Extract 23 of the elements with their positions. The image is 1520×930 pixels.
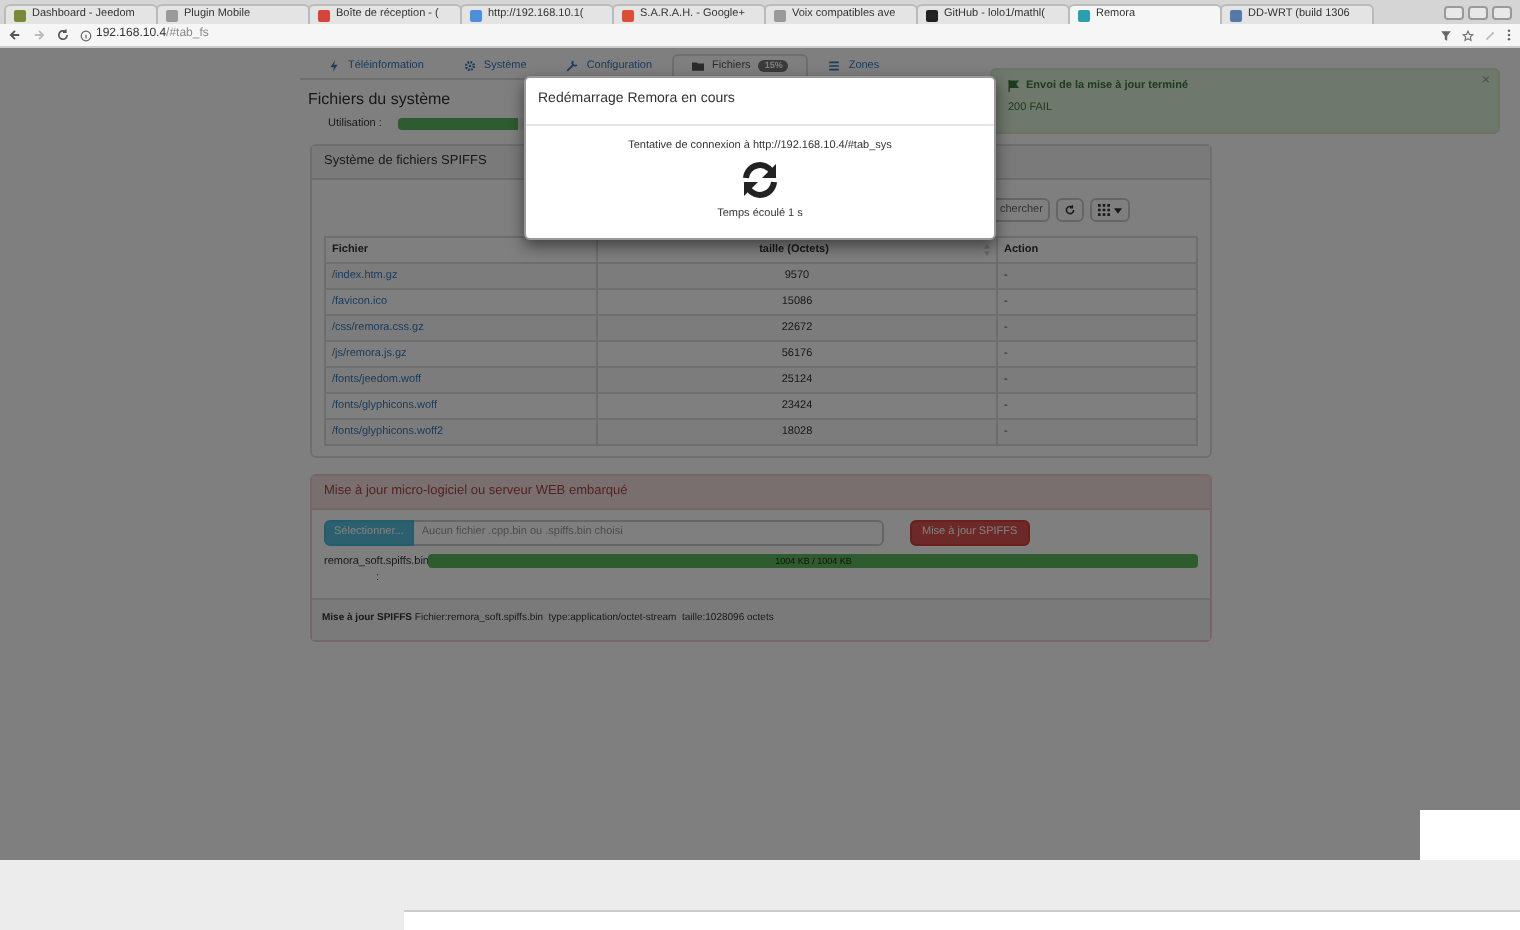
back-icon bbox=[8, 28, 22, 42]
filter-icon bbox=[1440, 29, 1452, 41]
menu-icon bbox=[1506, 28, 1512, 42]
refresh-icon bbox=[740, 159, 780, 200]
reload-icon bbox=[56, 28, 70, 42]
columns-button[interactable] bbox=[1090, 198, 1130, 222]
bolt-icon bbox=[328, 60, 340, 72]
settings-icon bbox=[463, 60, 476, 72]
maximize-button[interactable] bbox=[1468, 6, 1488, 20]
flag-icon bbox=[1008, 80, 1020, 93]
refresh-icon bbox=[1064, 204, 1076, 216]
folder-icon bbox=[692, 60, 705, 72]
list-icon bbox=[828, 60, 841, 72]
forward-icon bbox=[32, 28, 46, 42]
refresh-button[interactable] bbox=[1056, 198, 1084, 222]
minimize-button[interactable] bbox=[1444, 6, 1464, 20]
close-button[interactable] bbox=[1492, 6, 1512, 20]
wrench-icon bbox=[566, 60, 579, 72]
page-heading: Fichiers du système bbox=[308, 88, 451, 112]
star-icon bbox=[1462, 29, 1474, 41]
info-icon bbox=[80, 29, 92, 41]
caret-icon bbox=[1114, 207, 1122, 213]
grid-icon bbox=[1098, 204, 1110, 216]
